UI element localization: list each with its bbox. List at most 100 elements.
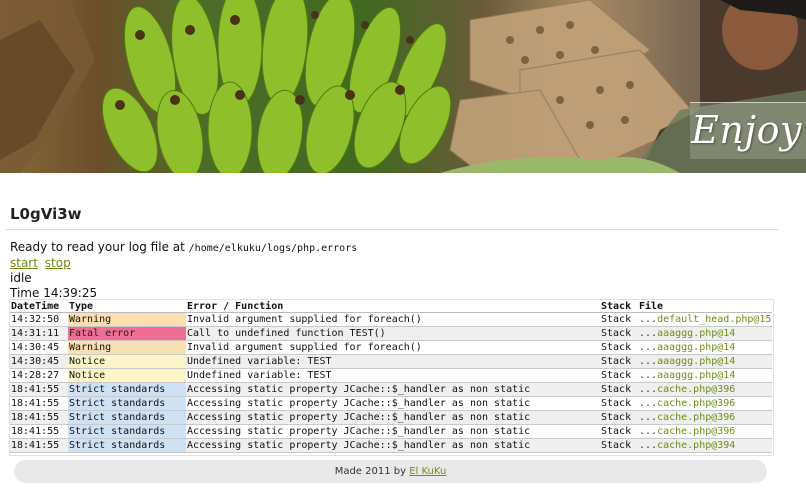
cell-stack[interactable]: Stack xyxy=(600,410,638,425)
table-row: 18:41:55 Strict standards Accessing static… xyxy=(10,410,772,425)
file-link[interactable]: aaaggg.php@14 xyxy=(657,342,735,353)
file-link[interactable]: cache.php@396 xyxy=(657,384,735,395)
cell-type: Warning xyxy=(68,340,186,355)
cell-message: Accessing static property JCache::$_hand… xyxy=(186,438,600,453)
cell-stack[interactable]: Stack xyxy=(600,340,638,355)
stop-link[interactable]: stop xyxy=(45,256,71,270)
cell-stack[interactable]: Stack xyxy=(600,382,638,397)
cell-type: Strict standards xyxy=(68,396,186,411)
table-row: 18:41:55 Strict standards Accessing static… xyxy=(10,424,772,439)
cell-file[interactable]: ...cache.php@396 xyxy=(638,382,772,397)
time-line: Time 14:39:25 xyxy=(10,286,97,300)
footer-text: Made 2011 by xyxy=(334,466,407,477)
cell-message: Invalid argument supplied for foreach() xyxy=(186,340,600,355)
cell-stack[interactable]: Stack xyxy=(600,396,638,411)
file-link[interactable]: aaaggg.php@14 xyxy=(657,370,735,381)
cell-type: Notice xyxy=(68,354,186,369)
status-text: idle xyxy=(10,271,32,285)
file-dots: ... xyxy=(639,440,658,451)
cell-type: Strict standards xyxy=(68,382,186,397)
cell-datetime: 18:41:55 xyxy=(10,410,68,425)
file-link[interactable]: cache.php@394 xyxy=(657,440,735,451)
cell-message: Accessing static property JCache::$_hand… xyxy=(186,410,600,425)
file-link[interactable]: cache.php@396 xyxy=(657,412,735,423)
page-title: L0gVi3w xyxy=(10,205,82,223)
table-row: 18:41:55 Strict standards Accessing static… xyxy=(10,396,772,411)
cell-message: Accessing static property JCache::$_hand… xyxy=(186,396,600,411)
intro-line: Ready to read your log file at /home/elk… xyxy=(10,240,357,254)
banana-photo xyxy=(0,0,806,173)
intro-text: Ready to read your log file at xyxy=(10,240,185,254)
cell-type: Notice xyxy=(68,368,186,383)
file-dots: ... xyxy=(639,370,658,381)
cell-datetime: 14:31:11 xyxy=(10,326,68,341)
file-dots: ... xyxy=(639,412,658,423)
table-header-row: DateTime Type Error / Function Stack Fil… xyxy=(10,300,772,313)
file-link[interactable]: aaaggg.php@14 xyxy=(657,328,735,339)
cell-file[interactable]: ...cache.php@394 xyxy=(638,438,772,453)
cell-file[interactable]: ...cache.php@396 xyxy=(638,424,772,439)
table-row: 14:30:45 Warning Invalid argument supplied… xyxy=(10,340,772,355)
cell-datetime: 18:41:55 xyxy=(10,438,68,453)
cell-type: Strict standards xyxy=(68,438,186,453)
file-dots: ... xyxy=(639,426,658,437)
cell-file[interactable]: ...aaaggg.php@14 xyxy=(638,326,772,341)
cell-datetime: 14:30:45 xyxy=(10,340,68,355)
cell-type: Strict standards xyxy=(68,424,186,439)
table-row: 14:32:50 Warning Invalid argument supplied… xyxy=(10,312,772,327)
start-link[interactable]: start xyxy=(10,256,38,270)
cell-stack[interactable]: Stack xyxy=(600,354,638,369)
cell-datetime: 18:41:55 xyxy=(10,424,68,439)
cell-message: Accessing static property JCache::$_hand… xyxy=(186,424,600,439)
cell-file[interactable]: ...default_head.php@15 xyxy=(638,312,772,327)
cell-type: Strict standards xyxy=(68,410,186,425)
file-dots: ... xyxy=(639,356,658,367)
file-dots: ... xyxy=(639,398,658,409)
cell-type: Fatal error xyxy=(68,326,186,341)
cell-message: Invalid argument supplied for foreach() xyxy=(186,312,600,327)
file-link[interactable]: default_head.php@15 xyxy=(657,314,771,325)
cell-datetime: 18:41:55 xyxy=(10,382,68,397)
file-dots: ... xyxy=(639,328,658,339)
cell-datetime: 14:30:45 xyxy=(10,354,68,369)
time-value: 14:39:25 xyxy=(43,286,98,300)
table-row: 18:41:55 Strict standards Accessing static… xyxy=(10,438,772,453)
log-table-body: 14:32:50 Warning Invalid argument supplied… xyxy=(10,312,772,453)
cell-message: Call to undefined function TEST() xyxy=(186,326,600,341)
cell-stack[interactable]: Stack xyxy=(600,438,638,453)
file-link[interactable]: cache.php@396 xyxy=(657,398,735,409)
cell-file[interactable]: ...cache.php@396 xyxy=(638,396,772,411)
cell-stack[interactable]: Stack xyxy=(600,312,638,327)
cell-datetime: 18:41:55 xyxy=(10,396,68,411)
column-header-file: File xyxy=(638,300,772,313)
file-dots: ... xyxy=(639,384,658,395)
cell-file[interactable]: ...aaaggg.php@14 xyxy=(638,368,772,383)
file-dots: ... xyxy=(639,314,658,325)
cell-datetime: 14:32:50 xyxy=(10,312,68,327)
table-row: 14:28:27 Notice Undefined variable: TEST St… xyxy=(10,368,772,383)
cell-file[interactable]: ...cache.php@396 xyxy=(638,410,772,425)
cell-file[interactable]: ...aaaggg.php@14 xyxy=(638,340,772,355)
cell-stack[interactable]: Stack xyxy=(600,368,638,383)
log-table: DateTime Type Error / Function Stack Fil… xyxy=(10,300,772,453)
table-row: 18:41:55 Strict standards Accessing static… xyxy=(10,382,772,397)
banner-slogan: Enjoy xyxy=(691,108,802,152)
column-header-datetime: DateTime xyxy=(10,300,68,313)
cell-stack[interactable]: Stack xyxy=(600,424,638,439)
table-row: 14:30:45 Notice Undefined variable: TEST St… xyxy=(10,354,772,369)
column-header-stack: Stack xyxy=(600,300,638,313)
column-header-type: Type xyxy=(68,300,186,313)
time-label: Time xyxy=(10,286,40,300)
title-divider xyxy=(6,229,778,230)
table-row: 14:31:11 Fatal error Call to undefined fun… xyxy=(10,326,772,341)
file-link[interactable]: aaaggg.php@14 xyxy=(657,356,735,367)
cell-message: Undefined variable: TEST xyxy=(186,354,600,369)
file-link[interactable]: cache.php@396 xyxy=(657,426,735,437)
file-dots: ... xyxy=(639,342,658,353)
author-link[interactable]: El KuKu xyxy=(409,466,446,477)
cell-stack[interactable]: Stack xyxy=(600,326,638,341)
controls: start stop xyxy=(10,256,74,270)
footer: Made 2011 by El KuKu xyxy=(14,460,767,483)
column-header-error: Error / Function xyxy=(186,300,600,313)
cell-file[interactable]: ...aaaggg.php@14 xyxy=(638,354,772,369)
